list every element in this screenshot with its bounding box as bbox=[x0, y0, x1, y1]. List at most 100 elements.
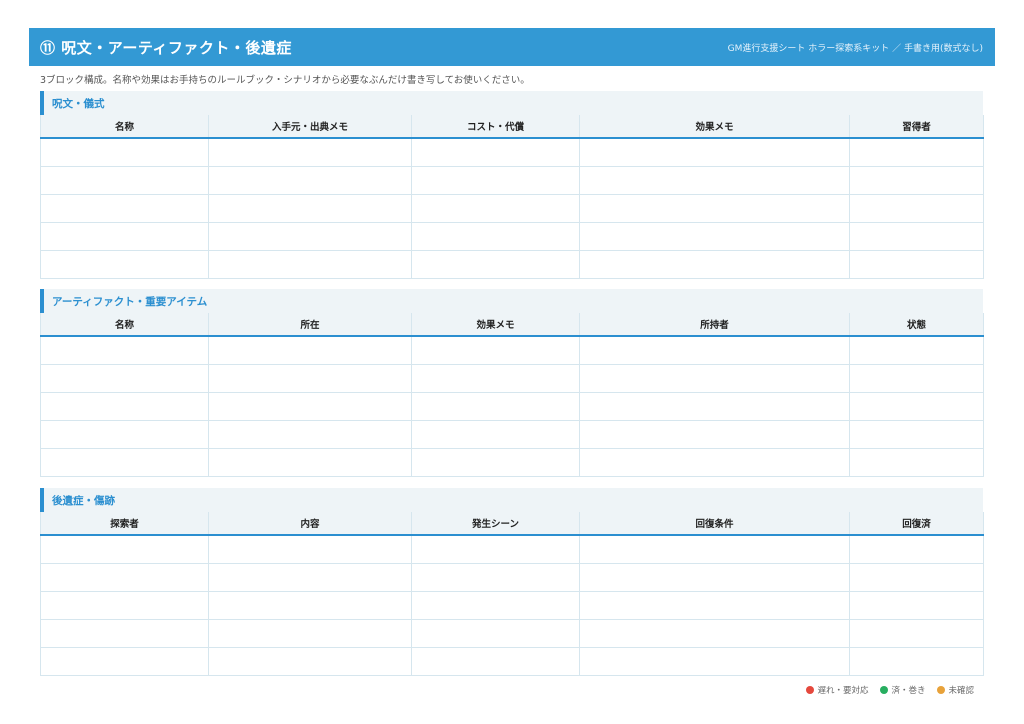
table-cell bbox=[579, 137, 850, 167]
table-cell bbox=[208, 563, 412, 592]
table-cell bbox=[411, 420, 580, 449]
table-row bbox=[40, 364, 984, 393]
table-cell bbox=[579, 194, 850, 223]
table-cell bbox=[411, 534, 580, 564]
table-cell bbox=[208, 166, 412, 195]
table-cell bbox=[208, 392, 412, 421]
table-cell bbox=[849, 619, 984, 648]
table-cell bbox=[40, 563, 209, 592]
legend-label: 済・巻き bbox=[891, 686, 926, 696]
table-cell bbox=[411, 166, 580, 195]
table-row bbox=[40, 392, 984, 421]
table-row bbox=[40, 222, 984, 251]
table-cell bbox=[579, 166, 850, 195]
table-cell bbox=[40, 364, 209, 393]
table-cell bbox=[40, 335, 209, 365]
table-cell bbox=[579, 364, 850, 393]
table-row bbox=[40, 448, 984, 477]
table-cell bbox=[40, 534, 209, 564]
table-cell bbox=[411, 619, 580, 648]
legend-label: 遅れ・要対応 bbox=[817, 686, 869, 696]
table-cell bbox=[849, 534, 984, 564]
table-cell bbox=[208, 250, 412, 279]
legend-item: 遅れ・要対応 bbox=[806, 684, 868, 696]
column-header: 習得者 bbox=[849, 115, 984, 139]
table-cell bbox=[579, 335, 850, 365]
table-row bbox=[40, 194, 984, 223]
orange-dot-icon bbox=[937, 686, 946, 694]
table-row bbox=[40, 563, 984, 592]
table-cell bbox=[40, 392, 209, 421]
table-cell bbox=[579, 250, 850, 279]
table-cell bbox=[208, 619, 412, 648]
table-row bbox=[40, 335, 984, 365]
column-header: 内容 bbox=[208, 512, 412, 536]
table-cell bbox=[40, 137, 209, 167]
column-header: 状態 bbox=[849, 313, 984, 337]
table-cell bbox=[579, 392, 850, 421]
column-header: 発生シーン bbox=[411, 512, 580, 536]
table-cell bbox=[849, 591, 984, 620]
column-header: 名称 bbox=[40, 313, 209, 337]
legend-item: 済・巻き bbox=[880, 684, 925, 696]
table-cell bbox=[208, 364, 412, 393]
table-cell bbox=[849, 392, 984, 421]
table-cell bbox=[40, 166, 209, 195]
table-cell bbox=[411, 392, 580, 421]
column-header: 探索者 bbox=[40, 512, 209, 536]
spells-table: 名称 入手元・出典メモ コスト・代償 効果メモ 習得者 bbox=[40, 115, 984, 279]
table-cell bbox=[579, 647, 850, 676]
section-title: アーティファクト・重要アイテム bbox=[40, 289, 983, 313]
table-cell bbox=[849, 335, 984, 365]
column-header: 名称 bbox=[40, 115, 209, 139]
column-header: 入手元・出典メモ bbox=[208, 115, 412, 139]
table-cell bbox=[579, 563, 850, 592]
table-cell bbox=[411, 647, 580, 676]
column-header: 所持者 bbox=[579, 313, 850, 337]
section-artifacts: アーティファクト・重要アイテム 名称 所在 効果メモ 所持者 状態 bbox=[40, 289, 984, 477]
table-cell bbox=[411, 563, 580, 592]
table-cell bbox=[579, 619, 850, 648]
intro-text: 3ブロック構成。名称や効果はお手持ちのルールブック・シナリオから必要なぶんだけ書… bbox=[40, 75, 530, 86]
table-body bbox=[40, 137, 984, 279]
table-cell bbox=[208, 420, 412, 449]
green-dot-icon bbox=[880, 686, 889, 694]
table-cell bbox=[40, 647, 209, 676]
table-row bbox=[40, 250, 984, 279]
table-cell bbox=[579, 591, 850, 620]
table-cell bbox=[208, 448, 412, 477]
status-legend: 遅れ・要対応 済・巻き 未確認 bbox=[806, 684, 974, 696]
legend-item: 未確認 bbox=[937, 684, 974, 696]
table-cell bbox=[40, 448, 209, 477]
table-cell bbox=[849, 420, 984, 449]
table-cell bbox=[579, 420, 850, 449]
table-cell bbox=[40, 420, 209, 449]
column-header: 回復条件 bbox=[579, 512, 850, 536]
table-row bbox=[40, 647, 984, 676]
section-title: 呪文・儀式 bbox=[40, 91, 983, 115]
table-cell bbox=[40, 222, 209, 251]
table-row bbox=[40, 137, 984, 167]
table-row bbox=[40, 420, 984, 449]
red-dot-icon bbox=[806, 686, 815, 694]
table-cell bbox=[849, 563, 984, 592]
table-row bbox=[40, 166, 984, 195]
section-spells: 呪文・儀式 名称 入手元・出典メモ コスト・代償 効果メモ 習得者 bbox=[40, 91, 984, 279]
table-cell bbox=[579, 222, 850, 251]
table-cell bbox=[579, 448, 850, 477]
table-cell bbox=[208, 534, 412, 564]
page-header: ⑪ 呪文・アーティファクト・後遺症 GM進行支援シート ホラー探索系キット ／ … bbox=[29, 28, 995, 66]
table-cell bbox=[849, 364, 984, 393]
table-cell bbox=[411, 137, 580, 167]
section-aftereffects: 後遺症・傷跡 探索者 内容 発生シーン 回復条件 回復済 bbox=[40, 488, 984, 676]
artifacts-table: 名称 所在 効果メモ 所持者 状態 bbox=[40, 313, 984, 477]
aftereffects-table: 探索者 内容 発生シーン 回復条件 回復済 bbox=[40, 512, 984, 676]
table-cell bbox=[849, 250, 984, 279]
table-cell bbox=[40, 194, 209, 223]
table-row bbox=[40, 534, 984, 564]
table-cell bbox=[411, 364, 580, 393]
table-cell bbox=[208, 335, 412, 365]
table-cell bbox=[40, 619, 209, 648]
table-cell bbox=[411, 591, 580, 620]
legend-label: 未確認 bbox=[948, 686, 974, 696]
